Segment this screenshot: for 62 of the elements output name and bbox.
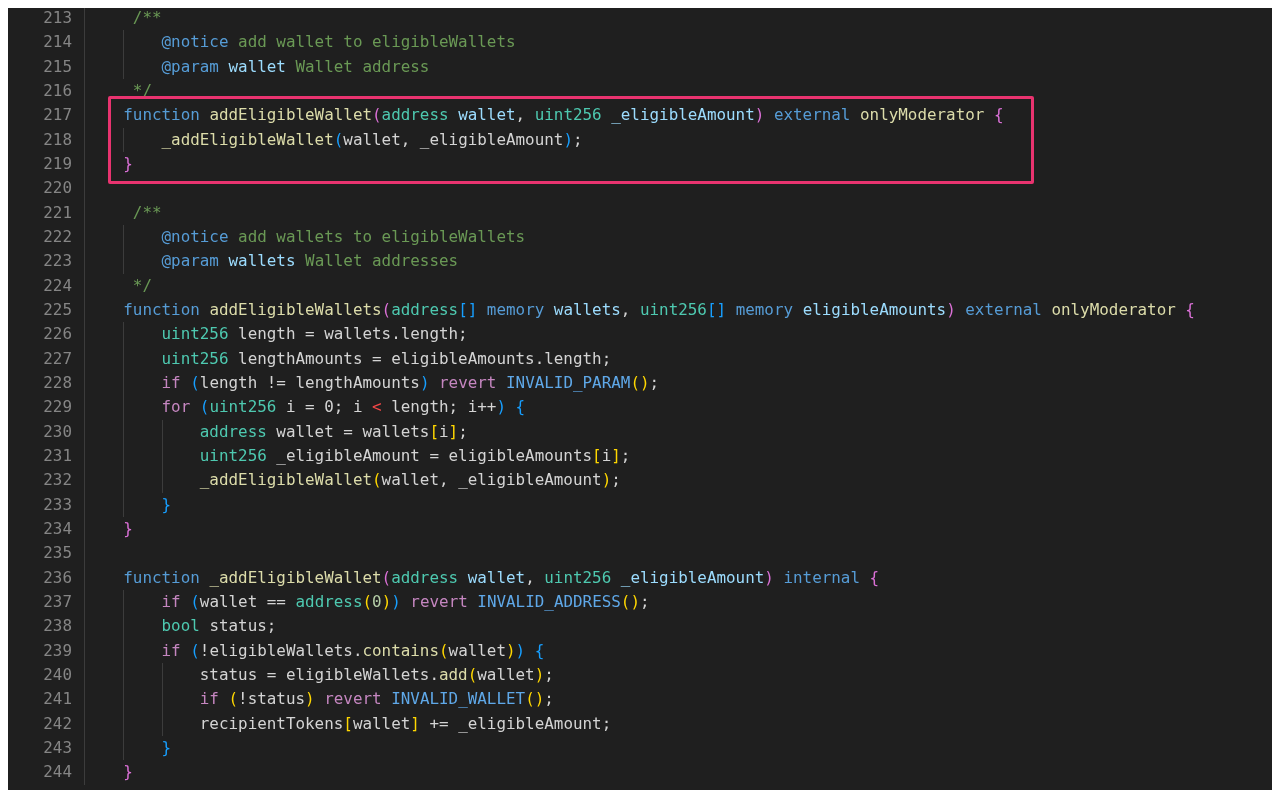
- code-line: if (length != lengthAmounts) revert INVALID_PARAM();: [160, 371, 660, 394]
- code-line: /**: [131, 8, 162, 29]
- line-number: 230: [42, 420, 72, 443]
- code-line: }: [122, 152, 133, 175]
- line-number: 225: [42, 298, 72, 321]
- line-number: 234: [42, 517, 72, 540]
- code-line: uint256 length = wallets.length;: [160, 323, 468, 346]
- code-line: uint256 _eligibleAmount = eligibleAmounts[i];: [198, 444, 631, 467]
- line-number: 237: [42, 590, 72, 613]
- line-number: 242: [42, 712, 72, 735]
- code-line: status = eligibleWallets.add(wallet);: [198, 663, 554, 686]
- code-line: function addEligibleWallet(address wallet, uint256 _eligibleAmount) external onlyModerator {: [122, 104, 1004, 127]
- line-number: 241: [42, 688, 72, 711]
- code-line: function _addEligibleWallet(address wallet, uint256 _eligibleAmount) internal {: [122, 566, 880, 589]
- code-line: @notice add wallets to eligibleWallets: [160, 225, 526, 248]
- code-line: if (wallet == address(0)) revert INVALID_ADDRESS();: [160, 590, 650, 613]
- code-line: }: [160, 736, 172, 759]
- line-number: 214: [42, 31, 72, 54]
- line-number: 228: [42, 371, 72, 394]
- line-number: 216: [42, 80, 72, 102]
- code-line: */: [131, 80, 152, 102]
- line-number: 229: [42, 396, 72, 419]
- code-line: if (!status) revert INVALID_WALLET();: [198, 688, 554, 711]
- line-number: 222: [42, 225, 72, 248]
- code-line: bool status;: [160, 615, 277, 638]
- line-number: 224: [42, 274, 72, 297]
- code-line: for (uint256 i = 0; i < length; i++) {: [160, 396, 526, 419]
- code-line: */: [131, 274, 152, 297]
- line-number: 215: [42, 55, 72, 78]
- line-number: 220: [42, 177, 72, 200]
- code-line: @notice add wallet to eligibleWallets: [160, 31, 516, 54]
- line-number: 217: [42, 104, 72, 127]
- line-number: 227: [42, 347, 72, 370]
- code-line: @param wallets Wallet addresses: [160, 250, 459, 273]
- code-line: _addEligibleWallet(wallet, _eligibleAmount);: [198, 469, 621, 492]
- line-number: 235: [42, 542, 72, 565]
- line-number: 221: [42, 201, 72, 224]
- line-number: 239: [42, 639, 72, 662]
- line-number: 244: [42, 761, 72, 784]
- line-number: 238: [42, 615, 72, 638]
- line-number: 240: [42, 663, 72, 686]
- line-number: 218: [42, 128, 72, 151]
- code-line: @param wallet Wallet address: [160, 55, 430, 78]
- code-line: /**: [131, 201, 162, 224]
- code-line: _addEligibleWallet(wallet, _eligibleAmount);: [160, 128, 583, 151]
- line-number: 233: [42, 493, 72, 516]
- code-line: recipientTokens[wallet] += _eligibleAmount;: [198, 712, 612, 735]
- line-number: 213: [42, 8, 72, 29]
- line-number: 226: [42, 323, 72, 346]
- line-number: 219: [42, 152, 72, 175]
- code-line: }: [122, 761, 133, 784]
- line-number: 231: [42, 444, 72, 467]
- code-line: }: [122, 517, 133, 540]
- line-number: 243: [42, 736, 72, 759]
- code-line: }: [160, 493, 172, 516]
- line-number: 236: [42, 566, 72, 589]
- code-line: address wallet = wallets[i];: [198, 420, 468, 443]
- code-line: if (!eligibleWallets.contains(wallet)) {: [160, 639, 545, 662]
- line-number: 232: [42, 469, 72, 492]
- line-number: 223: [42, 250, 72, 273]
- code-line: function addEligibleWallets(address[] memory wallets, uint256[] memory eligibleAmounts) external onlyModerator {: [122, 298, 1195, 321]
- code-line: uint256 lengthAmounts = eligibleAmounts.length;: [160, 347, 612, 370]
